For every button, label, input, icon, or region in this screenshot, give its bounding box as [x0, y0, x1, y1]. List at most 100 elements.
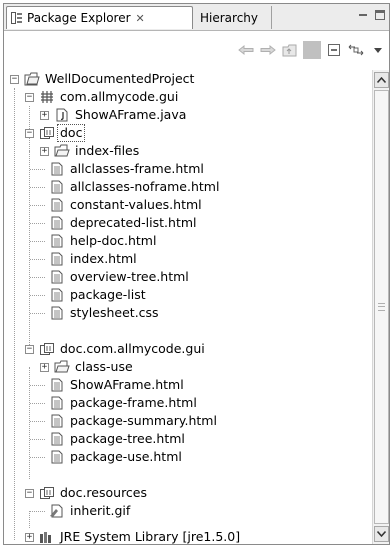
- file-icon: [49, 413, 65, 429]
- scroll-up-button[interactable]: [374, 72, 389, 88]
- folder-package-icon: [39, 485, 55, 501]
- tree-node-file[interactable]: overview-tree.html: [49, 268, 191, 286]
- close-icon[interactable]: ✕: [136, 12, 145, 25]
- expand-toggle-icon[interactable]: +: [40, 146, 49, 156]
- tree-label: package-tree.html: [70, 431, 185, 446]
- tree-label: allclasses-noframe.html: [70, 179, 220, 194]
- library-icon: [39, 529, 55, 544]
- tree-node-folder[interactable]: + index-files: [35, 142, 141, 160]
- grip-icon: [378, 303, 385, 311]
- tree-node-doc-folder[interactable]: − doc.com.allmycode.gui: [20, 340, 207, 358]
- toolbar-separator: [303, 41, 321, 59]
- file-icon: [49, 161, 65, 177]
- tree-guide-line: [29, 151, 30, 345]
- tree-label: JRE System Library [jre1.5.0]: [60, 529, 241, 544]
- tree-branch-line: [30, 385, 45, 386]
- tree-label: package-use.html: [70, 449, 182, 464]
- scrollbar-thumb[interactable]: [374, 90, 389, 524]
- view-tab-bar: Package Explorer ✕ Hierarchy: [4, 4, 389, 31]
- folder-icon: [54, 143, 70, 159]
- tree-branch-line: [30, 313, 45, 314]
- minimize-icon[interactable]: [356, 8, 370, 22]
- link-with-editor-icon[interactable]: [347, 41, 365, 59]
- tree-label: doc.com.allmycode.gui: [60, 341, 205, 356]
- tree-node-file[interactable]: stylesheet.css: [49, 304, 161, 322]
- tree-guide-line: [29, 367, 30, 479]
- collapse-all-icon[interactable]: [325, 41, 343, 59]
- tree-branch-line: [30, 295, 45, 296]
- tree-node-project[interactable]: − WellDocumentedProject: [4, 70, 196, 88]
- tab-package-explorer-label: Package Explorer: [27, 11, 131, 25]
- expand-toggle-icon[interactable]: +: [40, 362, 49, 372]
- tree-label: deprecated-list.html: [70, 215, 197, 230]
- up-folder-icon[interactable]: [281, 41, 299, 59]
- file-icon: [49, 305, 65, 321]
- collapse-toggle-icon[interactable]: −: [25, 92, 34, 102]
- tree-node-file[interactable]: index.html: [49, 250, 139, 268]
- tree-node-file[interactable]: inherit.gif: [49, 502, 132, 520]
- collapse-toggle-icon[interactable]: −: [25, 488, 34, 498]
- tree-node-file[interactable]: ShowAFrame.html: [49, 376, 186, 394]
- vertical-scrollbar[interactable]: [372, 70, 389, 544]
- tree-branch-line: [30, 421, 45, 422]
- tree-node-folder[interactable]: + class-use: [35, 358, 135, 376]
- view-toolbar: [4, 31, 389, 67]
- tree-branch-line: [30, 241, 45, 242]
- package-icon: [39, 89, 55, 105]
- tree-branch-line: [30, 277, 45, 278]
- file-icon: [49, 269, 65, 285]
- tree-label: index-files: [75, 143, 140, 158]
- tree-branch-line: [30, 205, 45, 206]
- tree-label: ShowAFrame.html: [70, 377, 184, 392]
- file-icon: [49, 215, 65, 231]
- tree-label: help-doc.html: [70, 233, 157, 248]
- tree-node-file[interactable]: allclasses-noframe.html: [49, 178, 221, 196]
- tree-branch-line: [30, 187, 45, 188]
- project-tree: − WellDocumentedProject − com.allmycode.…: [4, 70, 372, 544]
- tree-label: class-use: [75, 359, 133, 374]
- tree-node-file[interactable]: package-summary.html: [49, 412, 219, 430]
- tree-branch-line: [30, 403, 45, 404]
- file-icon: [49, 431, 65, 447]
- package-explorer-view: Package Explorer ✕ Hierarchy − WellDocum…: [3, 3, 390, 545]
- tree-label: package-frame.html: [70, 395, 197, 410]
- tree-node-file[interactable]: deprecated-list.html: [49, 214, 199, 232]
- back-arrow-icon[interactable]: [237, 41, 255, 59]
- tree-node-file[interactable]: help-doc.html: [49, 232, 158, 250]
- tree-branch-line: [30, 223, 45, 224]
- expand-toggle-icon[interactable]: +: [40, 110, 49, 120]
- forward-arrow-icon[interactable]: [259, 41, 277, 59]
- tree-node-file[interactable]: package-frame.html: [49, 394, 199, 412]
- tree-node-library[interactable]: + JRE System Library [jre1.5.0]: [4, 528, 242, 544]
- tree-node-doc-folder[interactable]: − doc: [20, 124, 86, 142]
- expand-toggle-icon[interactable]: +: [25, 532, 34, 542]
- view-menu-icon[interactable]: [369, 41, 387, 59]
- scroll-down-button[interactable]: [374, 526, 389, 542]
- tree-branch-line: [30, 511, 45, 512]
- collapse-toggle-icon[interactable]: −: [25, 344, 34, 354]
- tree-node-file[interactable]: allclasses-frame.html: [49, 160, 206, 178]
- collapse-toggle-icon[interactable]: −: [25, 128, 34, 138]
- tree-branch-line: [30, 259, 45, 260]
- tree-node-file[interactable]: package-tree.html: [49, 430, 187, 448]
- tree-label: doc.resources: [60, 485, 148, 500]
- tree-branch-line: [30, 439, 45, 440]
- tab-hierarchy[interactable]: Hierarchy: [194, 6, 272, 29]
- tree-node-java-file[interactable]: + ShowAFrame.java: [35, 106, 188, 124]
- tree-label: package-list: [70, 287, 146, 302]
- tree-node-package[interactable]: − com.allmycode.gui: [20, 88, 180, 106]
- tree-node-file[interactable]: package-use.html: [49, 448, 184, 466]
- collapse-toggle-icon[interactable]: −: [10, 74, 19, 84]
- file-icon: [49, 287, 65, 303]
- tree-node-doc-folder[interactable]: − doc.resources: [20, 484, 149, 502]
- tree-label: constant-values.html: [70, 197, 202, 212]
- tree-node-file[interactable]: constant-values.html: [49, 196, 204, 214]
- tree-node-file[interactable]: package-list: [49, 286, 148, 304]
- tab-hierarchy-label: Hierarchy: [200, 10, 259, 25]
- tab-package-explorer[interactable]: Package Explorer ✕: [6, 6, 193, 29]
- folder-icon: [54, 359, 70, 375]
- file-icon: [49, 377, 65, 393]
- tree-label: allclasses-frame.html: [70, 161, 204, 176]
- maximize-icon[interactable]: [373, 8, 387, 22]
- tree-guide-line: [29, 511, 30, 528]
